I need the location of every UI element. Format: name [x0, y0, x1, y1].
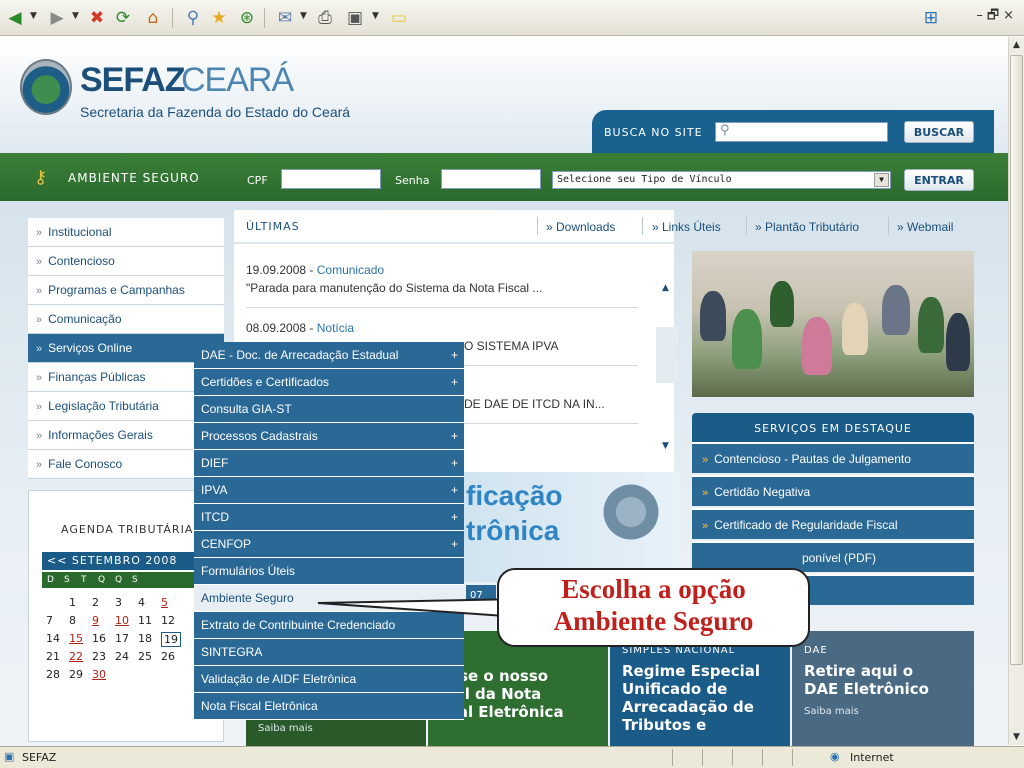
- page-scrollbar[interactable]: ▲ ▼: [1008, 37, 1024, 745]
- mail-icon[interactable]: ✉: [272, 5, 298, 31]
- windows-logo-icon: ⊞: [923, 8, 939, 28]
- search-icon[interactable]: ⚲: [180, 5, 206, 31]
- toolbar-separator: [172, 8, 173, 28]
- favorites-icon[interactable]: ★: [206, 5, 232, 31]
- mail-dropdown-icon[interactable]: ▼: [300, 11, 307, 21]
- refresh-icon[interactable]: ⟳: [110, 5, 136, 31]
- status-panes: [672, 749, 822, 766]
- close-icon[interactable]: ×: [1003, 8, 1018, 23]
- scroll-down-icon[interactable]: ▼: [1009, 729, 1024, 745]
- maximize-icon[interactable]: 🗗: [987, 8, 1003, 23]
- forward-dropdown-icon[interactable]: ▼: [72, 11, 79, 21]
- home-icon[interactable]: ⌂: [140, 5, 166, 31]
- scroll-up-icon[interactable]: ▲: [1009, 37, 1024, 53]
- status-text: SEFAZ: [22, 751, 57, 764]
- browser-toolbar: ◀ ▼ ▶ ▼ ✖ ⟳ ⌂ ⚲ ★ ⊛ ✉ ▼ ⎙ ▣ ▼ ▭ ⊞ –🗗×: [0, 0, 1024, 36]
- internet-zone-icon: ◉: [830, 750, 840, 763]
- status-bar: ▣ SEFAZ ◉ Internet: [0, 746, 1024, 768]
- web-page: SEFAZ CEARÁ Secretaria da Fazenda do Est…: [0, 37, 1008, 746]
- history-icon[interactable]: ⊛: [234, 5, 260, 31]
- page-icon: ▣: [4, 750, 15, 763]
- callout-text: Ambiente Seguro: [553, 606, 754, 636]
- toolbar-separator: [264, 8, 265, 28]
- edit-icon[interactable]: ▣: [342, 5, 368, 31]
- window-controls: –🗗×: [976, 6, 1018, 28]
- minimize-icon[interactable]: –: [976, 8, 987, 23]
- callout-text: Escolha a opção: [561, 574, 746, 604]
- edit-dropdown-icon[interactable]: ▼: [372, 11, 379, 21]
- security-zone: Internet: [850, 751, 894, 764]
- stop-icon[interactable]: ✖: [84, 5, 110, 31]
- back-icon[interactable]: ◀: [2, 5, 28, 31]
- notes-icon[interactable]: ▭: [386, 5, 412, 31]
- back-dropdown-icon[interactable]: ▼: [30, 11, 37, 21]
- forward-icon[interactable]: ▶: [44, 5, 70, 31]
- scroll-thumb[interactable]: [1010, 55, 1023, 665]
- print-icon[interactable]: ⎙: [312, 5, 338, 31]
